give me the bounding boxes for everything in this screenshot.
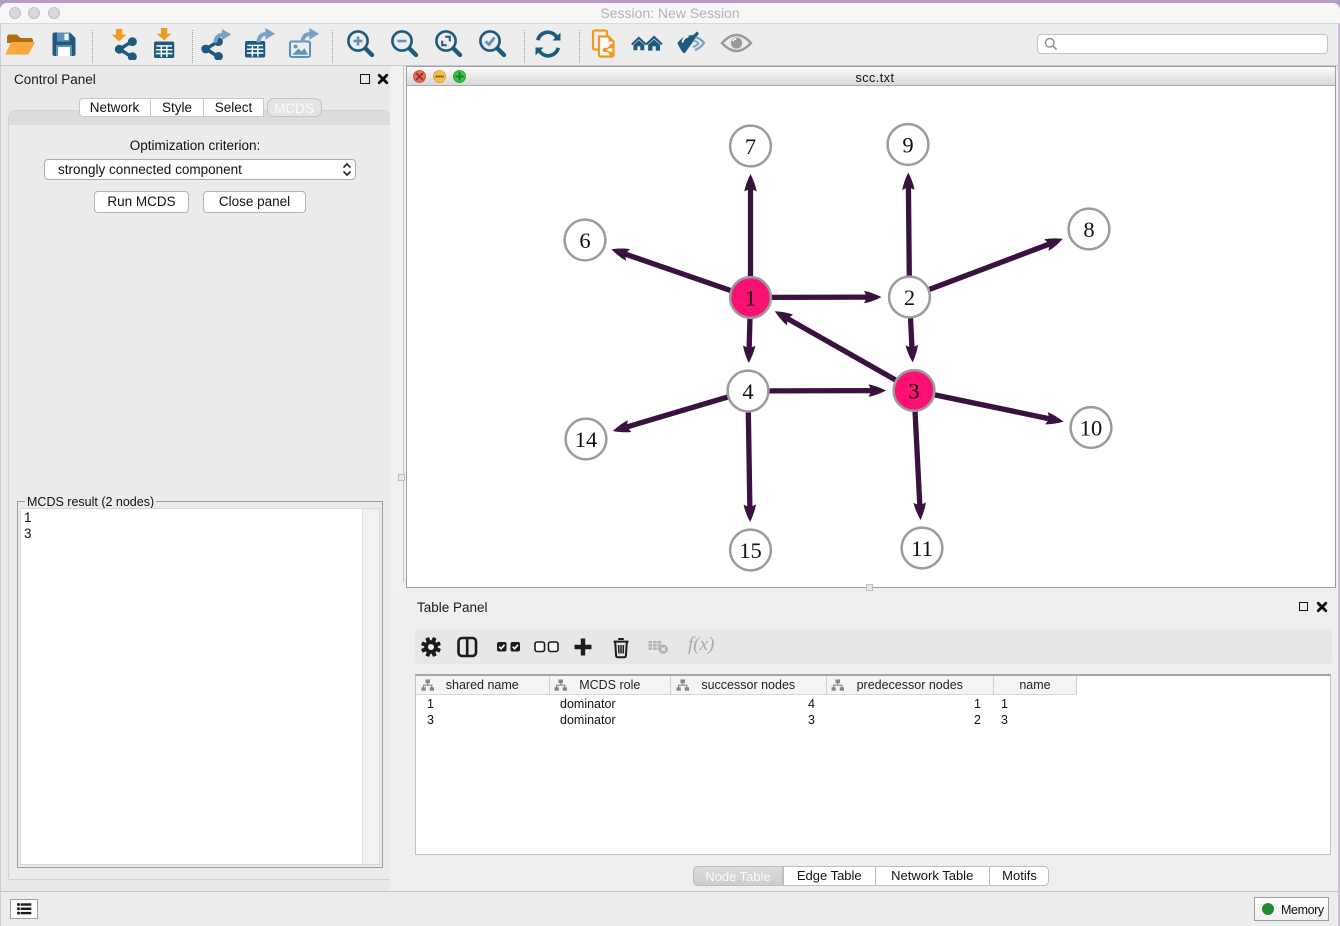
svg-text:3: 3 bbox=[908, 378, 919, 403]
svg-text:2: 2 bbox=[904, 285, 915, 310]
svg-text:7: 7 bbox=[745, 134, 756, 159]
svg-text:8: 8 bbox=[1083, 217, 1094, 242]
svg-text:15: 15 bbox=[739, 538, 762, 563]
svg-text:11: 11 bbox=[911, 536, 933, 561]
svg-text:1: 1 bbox=[745, 285, 756, 310]
svg-text:9: 9 bbox=[902, 132, 913, 157]
svg-text:6: 6 bbox=[579, 228, 590, 253]
svg-text:10: 10 bbox=[1080, 415, 1103, 440]
svg-text:14: 14 bbox=[575, 427, 598, 452]
svg-text:4: 4 bbox=[742, 379, 753, 404]
